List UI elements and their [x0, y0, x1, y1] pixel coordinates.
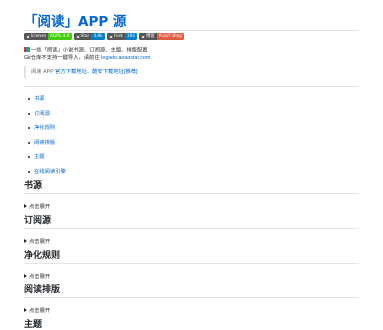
disclosure-triangle-icon	[24, 239, 27, 243]
section-shuyuan: 书源 点击展开	[24, 181, 359, 211]
section-jinghua: 净化规则 点击展开	[24, 251, 359, 281]
heading-divider	[24, 297, 359, 298]
toc-link[interactable]: 在线阅读引擎	[34, 169, 66, 175]
intro-line-1: 一些「阅读」小说书源、订阅源、主题、排版配置	[24, 47, 150, 55]
disclosure-triangle-icon	[24, 308, 27, 312]
coolapk-download-link[interactable]: 酷安下载地址[推荐]	[92, 69, 137, 75]
toc-item-jinghua: 净化规则	[28, 124, 66, 139]
toc-item-engine: 在线阅读引擎	[28, 168, 66, 183]
page-title: 「阅读」APP 源	[24, 14, 127, 30]
toc-link[interactable]: 净化规则	[34, 125, 55, 131]
fork-badge[interactable]: Fork 164	[106, 33, 138, 40]
toc-item-paiban: 阅读排版	[28, 139, 66, 154]
toc-link[interactable]: 主题	[34, 154, 45, 160]
heading-divider	[24, 263, 359, 264]
section-dingyueyuan: 订阅源 点击展开	[24, 216, 359, 246]
heading-divider	[24, 193, 359, 194]
section-heading: 净化规则	[24, 251, 61, 261]
github-icon	[108, 34, 113, 39]
badge-row: license AGPL-3.0 Star 4.8k Fork 164 博客 P…	[24, 33, 184, 40]
intro-text: 一些「阅读」小说书源、订阅源、主题、排版配置 Git仓库不支持一键导入，请前往 …	[24, 47, 150, 63]
blog-icon	[141, 34, 146, 39]
toc-item-shuyuan: 书源	[28, 95, 66, 110]
license-badge[interactable]: license AGPL-3.0	[24, 33, 72, 40]
official-download-link[interactable]: 官方下载地址	[55, 69, 87, 75]
expand-toggle[interactable]: 点击展开	[24, 204, 359, 211]
section-heading: 订阅源	[24, 216, 52, 226]
section-heading: 书源	[24, 181, 43, 191]
table-of-contents: 书源 订阅源 净化规则 阅读排版 主题 在线阅读引擎	[28, 95, 66, 183]
section-divider	[24, 86, 359, 87]
intro-line-2: Git仓库不支持一键导入，请前往 legado.aoaostar.com	[24, 55, 151, 61]
expand-toggle[interactable]: 点击展开	[24, 239, 359, 246]
disclosure-triangle-icon	[24, 204, 27, 208]
blog-badge[interactable]: 博客 PuzzY Blog	[139, 33, 184, 40]
github-icon	[26, 34, 30, 39]
section-paiban: 阅读排版 点击展开	[24, 285, 359, 315]
toc-link[interactable]: 订阅源	[34, 111, 50, 117]
books-icon	[24, 47, 30, 52]
download-quote: 阅读 APP 官方下载地址、酷安下载地址[推荐]	[24, 66, 354, 78]
section-heading: 阅读排版	[24, 285, 61, 295]
toc-link[interactable]: 阅读排版	[34, 140, 55, 146]
section-zhuti: 主题	[24, 320, 359, 330]
toc-item-zhuti: 主题	[28, 153, 66, 168]
github-icon	[75, 34, 80, 39]
section-heading: 主题	[24, 320, 43, 330]
toc-item-dingyueyuan: 订阅源	[28, 110, 66, 125]
star-badge[interactable]: Star 4.8k	[73, 33, 105, 40]
disclosure-triangle-icon	[24, 274, 27, 278]
legado-site-link[interactable]: legado.aoaostar.com	[101, 55, 150, 61]
toc-link[interactable]: 书源	[34, 96, 45, 102]
expand-toggle[interactable]: 点击展开	[24, 274, 359, 281]
title-divider	[24, 30, 359, 31]
expand-toggle[interactable]: 点击展开	[24, 308, 359, 315]
heading-divider	[24, 228, 359, 229]
